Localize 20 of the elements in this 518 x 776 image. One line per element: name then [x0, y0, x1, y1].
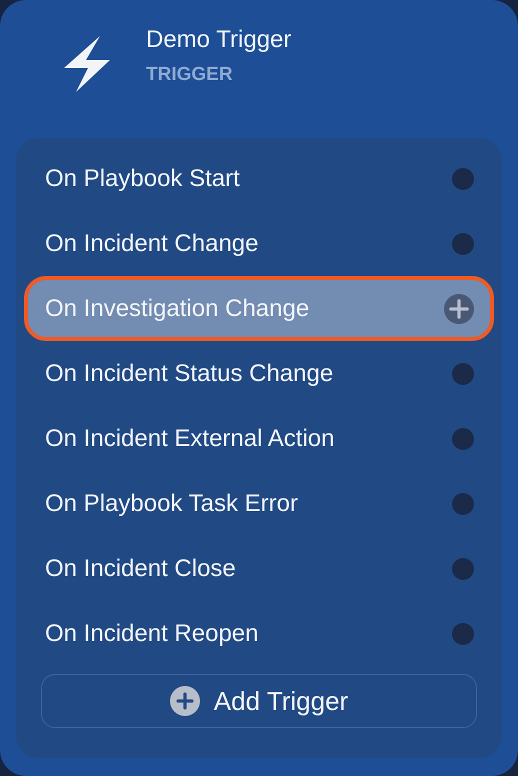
trigger-item[interactable]: On Incident Close — [24, 536, 494, 601]
lightning-icon — [64, 36, 112, 92]
connector-dot[interactable] — [452, 492, 474, 514]
trigger-item[interactable]: On Incident Change — [24, 211, 494, 276]
node-type-label: TRIGGER — [146, 64, 234, 86]
connector-dot[interactable] — [452, 622, 474, 644]
trigger-item[interactable]: On Incident External Action — [24, 406, 494, 471]
trigger-item[interactable]: On Incident Status Change — [24, 341, 494, 406]
trigger-item[interactable]: On Incident Reopen — [24, 601, 494, 666]
connector-dot[interactable] — [452, 168, 474, 190]
node-title: Demo Trigger — [146, 26, 292, 54]
add-icon[interactable] — [444, 294, 474, 324]
connector-dot[interactable] — [452, 362, 474, 384]
add-trigger-button[interactable]: Add Trigger — [41, 674, 477, 728]
trigger-item[interactable]: On Playbook Start — [24, 146, 494, 211]
connector-dot[interactable] — [452, 558, 474, 580]
trigger-item[interactable]: On Playbook Task Error — [24, 471, 494, 536]
connector-dot[interactable] — [452, 232, 474, 254]
plus-circle-icon — [170, 686, 200, 716]
connector-dot[interactable] — [452, 428, 474, 450]
